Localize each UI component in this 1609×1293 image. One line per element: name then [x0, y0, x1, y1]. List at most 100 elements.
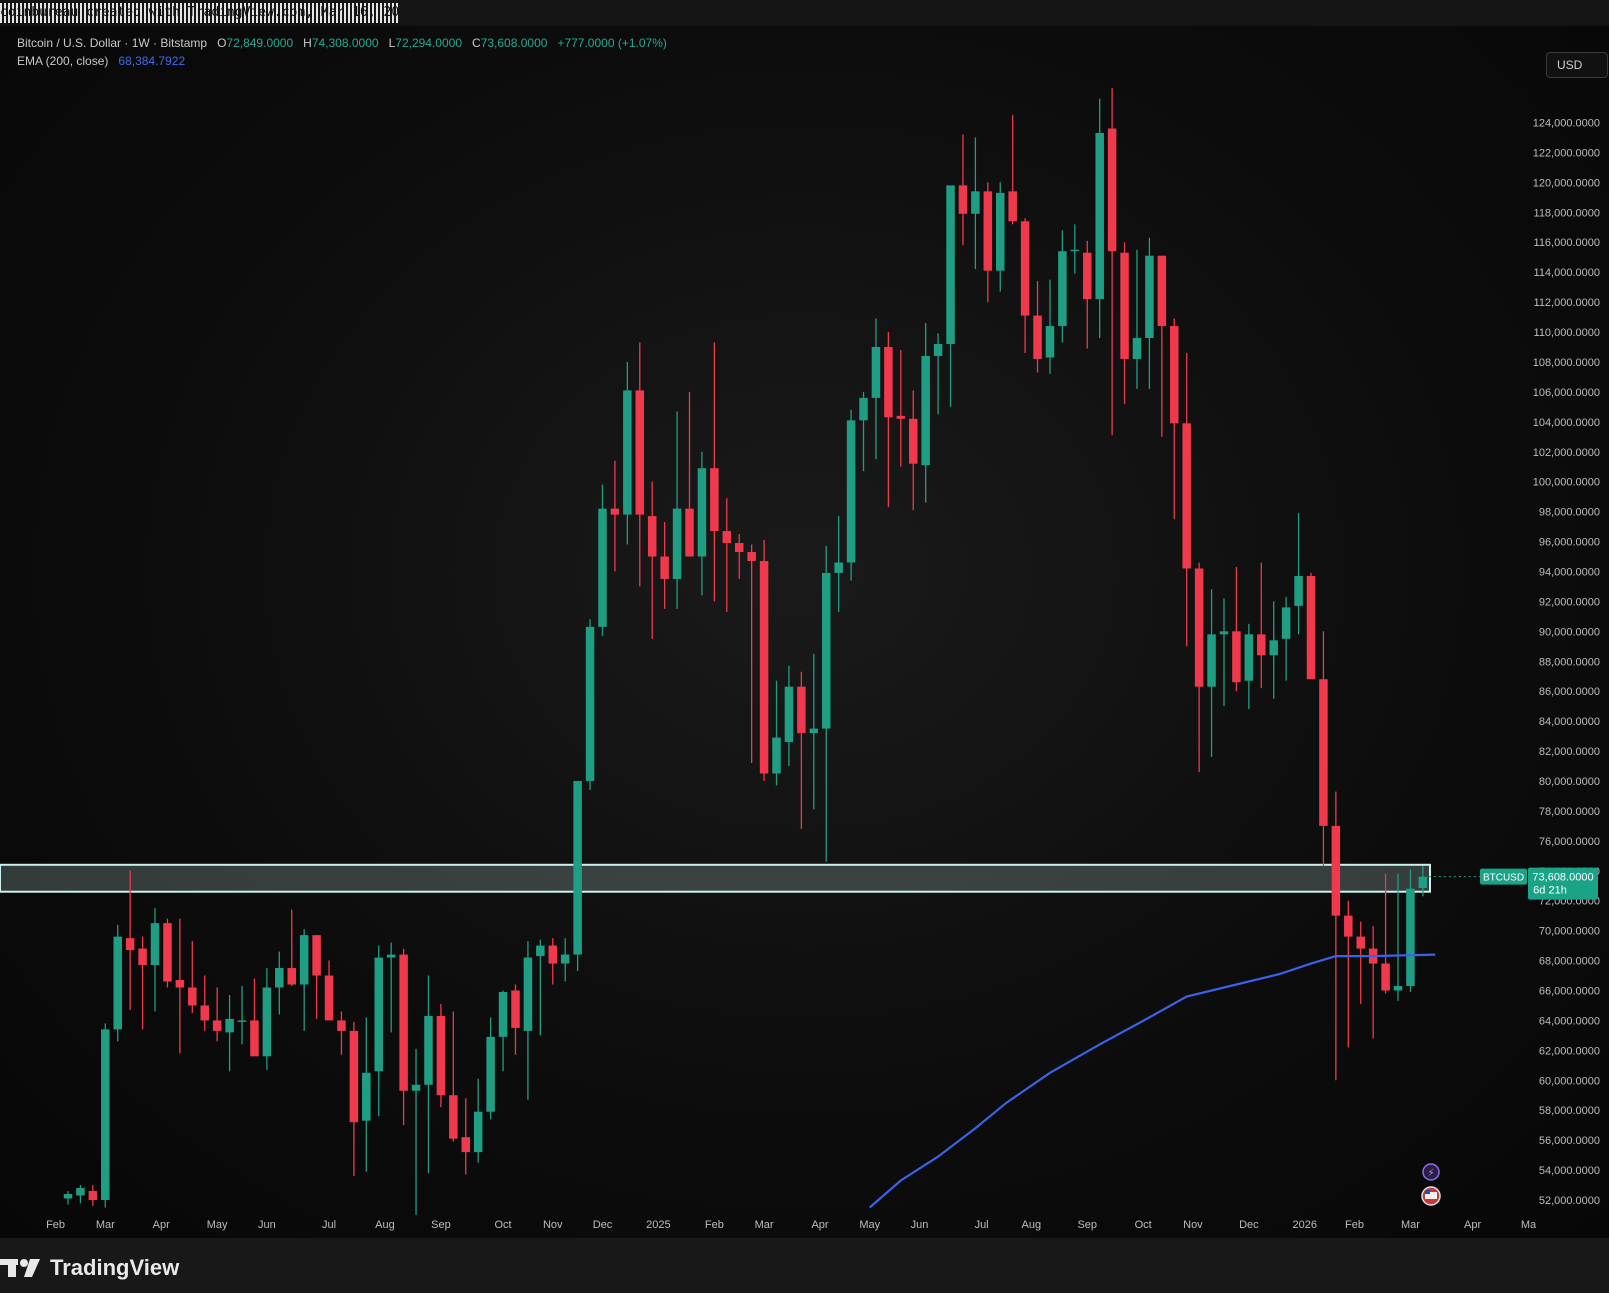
currency-selector[interactable]: USD [1546, 52, 1608, 78]
x-tick-label: Dec [1239, 1219, 1259, 1231]
candle-body [125, 938, 135, 951]
candle-body [1120, 252, 1129, 359]
candle-body [63, 1194, 73, 1199]
candle [933, 333, 943, 415]
candle [647, 481, 657, 639]
high-value: 74,308.0000 [311, 36, 379, 50]
candle [1356, 921, 1365, 1004]
x-tick-label: Sep [1077, 1219, 1097, 1231]
close-value: 73,608.0000 [480, 36, 548, 50]
candle [1145, 237, 1154, 389]
us-flag-canton [1425, 1190, 1430, 1194]
candle [138, 936, 147, 1030]
candle [908, 390, 918, 511]
y-tick-label: 60,000.0000 [1539, 1075, 1600, 1087]
x-tick-label: Apr [1464, 1219, 1481, 1231]
price-chart[interactable]: 52,000.0000 54,000.0000 56,000.0000 58,000.… [0, 0, 1609, 1293]
x-tick-label: Jul [322, 1219, 336, 1231]
y-tick-label: 66,000.0000 [1539, 985, 1600, 997]
candle-body [250, 1020, 259, 1057]
y-tick-label: 80,000.0000 [1539, 776, 1600, 788]
candle-body [461, 1137, 471, 1153]
x-tick-label: Jul [975, 1219, 989, 1231]
candle-body [1281, 607, 1291, 639]
x-tick-label: Oct [1135, 1219, 1152, 1231]
candle [498, 990, 508, 1072]
x-tick-label: Apr [811, 1219, 828, 1231]
candle [1157, 255, 1167, 437]
candle-body [188, 987, 197, 1006]
ema-row: EMA (200, close) 68,384.7922 [17, 52, 667, 70]
candle-body [275, 968, 284, 988]
candle [797, 671, 806, 829]
candle-body [871, 346, 881, 398]
footer-bar [0, 1238, 1609, 1293]
candle [1219, 598, 1229, 707]
candle [262, 968, 272, 1070]
candle-body [1344, 915, 1353, 937]
ema-label[interactable]: EMA (200, close) [17, 54, 108, 68]
candle [983, 182, 993, 303]
symbol-label[interactable]: Bitcoin / U.S. Dollar · 1W · Bitstamp [17, 36, 207, 50]
candle-body [299, 935, 309, 985]
candle [536, 939, 545, 1036]
candle [884, 332, 893, 508]
open-label: O [217, 36, 227, 50]
candle-body [1095, 132, 1104, 300]
candle-body [1008, 191, 1017, 222]
y-tick-label: 102,000.0000 [1533, 447, 1600, 459]
candle-body [349, 1030, 359, 1123]
candle [163, 918, 172, 988]
candle-body [672, 508, 682, 579]
candle-body [573, 780, 582, 955]
candle [1319, 631, 1328, 867]
candle-body [884, 346, 893, 418]
candle-body [101, 1029, 110, 1200]
symbol-tag-text: BTCUSD [1483, 873, 1524, 884]
chart-legend: Bitcoin / U.S. Dollar · 1W · Bitstamp O 7… [17, 34, 667, 70]
candle [722, 498, 732, 612]
candle [1331, 791, 1341, 1081]
candle [250, 978, 259, 1057]
y-tick-label: 90,000.0000 [1539, 626, 1600, 638]
candle [1170, 318, 1179, 520]
candle [623, 361, 632, 545]
candle [1294, 513, 1303, 635]
y-tick-label: 70,000.0000 [1539, 926, 1600, 938]
ema-200-line [868, 953, 1436, 1209]
candle-body [1219, 631, 1229, 635]
candle [635, 342, 645, 587]
candle-body [946, 185, 955, 345]
candle-body [548, 945, 558, 964]
change-value: +777.0000 (+1.07%) [557, 36, 667, 50]
candle [996, 182, 1005, 292]
candle [1344, 900, 1353, 1048]
candle-body [76, 1188, 85, 1196]
y-tick-label: 106,000.0000 [1533, 387, 1600, 399]
candle-body [685, 508, 694, 557]
candle [1132, 249, 1142, 389]
x-tick-label: Jun [911, 1219, 929, 1231]
candle-body [797, 686, 806, 734]
ohlc-row: Bitcoin / U.S. Dollar · 1W · Bitstamp O 7… [17, 34, 667, 52]
y-tick-label: 124,000.0000 [1533, 118, 1600, 130]
candle-body [1406, 888, 1415, 987]
candle-body [983, 191, 993, 271]
tradingview-brand[interactable]: TradingView [0, 1255, 179, 1280]
candle [734, 534, 744, 579]
y-tick-label: 52,000.0000 [1539, 1195, 1600, 1207]
x-tick-label: Aug [375, 1219, 395, 1231]
y-tick-label: 76,000.0000 [1539, 836, 1600, 848]
candle [834, 516, 843, 612]
x-tick-label: Nov [543, 1219, 563, 1231]
candle [1020, 218, 1030, 353]
x-tick-label: May [207, 1219, 228, 1231]
candle-body [722, 531, 732, 544]
candle-body [88, 1191, 98, 1200]
candle-body [772, 737, 781, 774]
candle-body [1107, 128, 1117, 252]
candle [436, 1003, 446, 1108]
close-label: C [472, 36, 481, 50]
candle [399, 948, 408, 1126]
candle-body [138, 948, 147, 966]
